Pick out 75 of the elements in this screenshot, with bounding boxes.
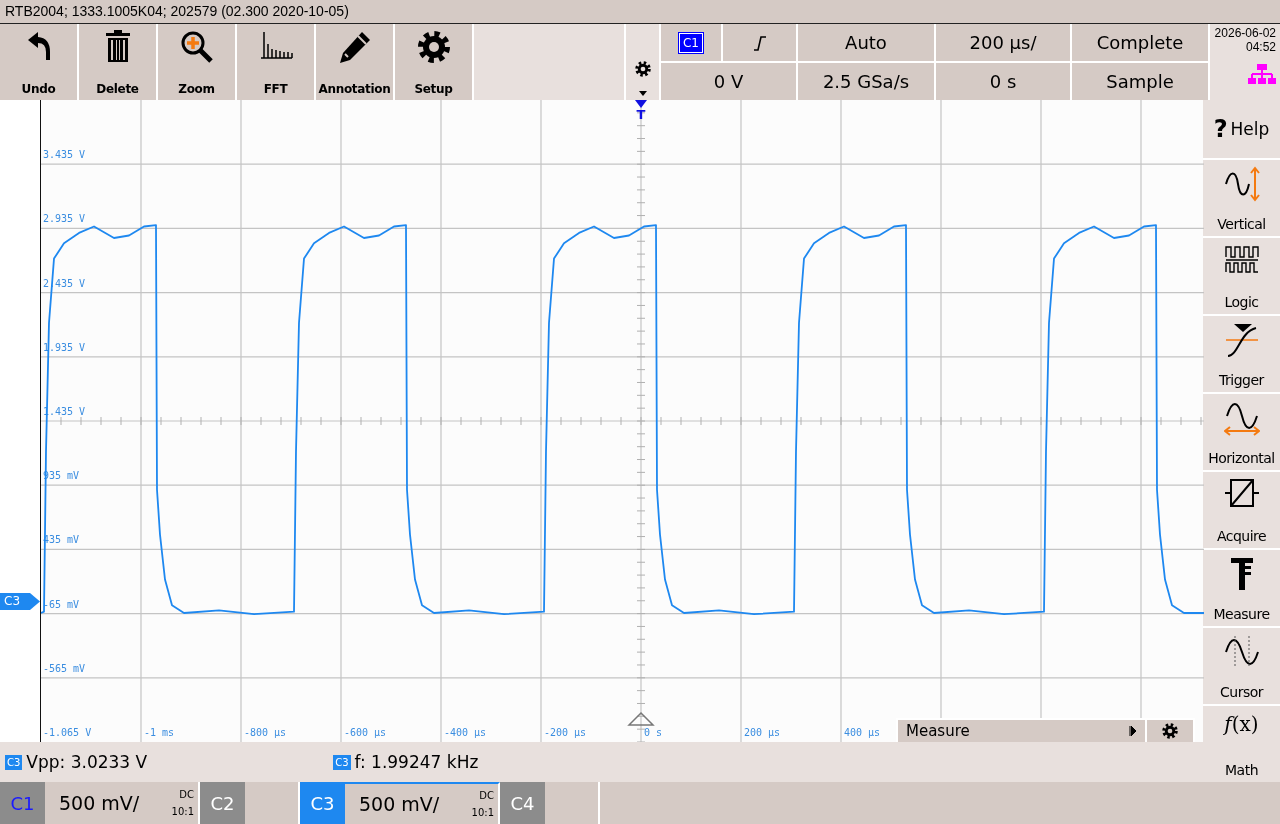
measurement-result: f: 1.99247 kHz [354, 752, 479, 772]
position-cell[interactable]: 0 s [936, 63, 1070, 100]
trigger-level-cell[interactable]: 0 V [661, 63, 796, 100]
settings-menu-button[interactable] [626, 24, 659, 100]
pencil-icon [337, 30, 372, 64]
channel-settings-panel[interactable]: 500 mV/ DC 10:1 [345, 782, 500, 824]
settings-icon [1162, 723, 1178, 739]
toolbar-button[interactable]: Delete [79, 24, 156, 100]
expand-arrow-icon [1129, 726, 1137, 736]
vertical-scale-icon [1223, 166, 1260, 202]
window-title: RTB2004; 1333.1005K04; 202579 (02.300 2020-10-05) [0, 0, 1280, 24]
side-menu-button[interactable]: Logic [1203, 238, 1280, 314]
settings-icon [416, 30, 451, 64]
side-menu-button[interactable]: Vertical [1203, 160, 1280, 236]
y-axis-label: -1.065 V [43, 727, 92, 738]
measurement-result: Vpp: 3.0233 V [26, 752, 148, 772]
side-menu-button[interactable]: Acquire [1203, 472, 1280, 548]
measure-menu-button[interactable]: Measure [898, 720, 1145, 742]
x-axis-label: 0 s [644, 727, 663, 738]
x-axis-label: -800 µs [244, 727, 287, 738]
measure-settings-button[interactable] [1147, 720, 1193, 742]
channel-marker[interactable]: C3 [0, 593, 40, 610]
help-button[interactable]: ?Help [1203, 100, 1280, 158]
logic-waves-icon [1224, 244, 1259, 274]
x-axis-label: -600 µs [344, 727, 387, 738]
side-menu-button[interactable]: Horizontal [1203, 394, 1280, 470]
function-icon: f(x) [1224, 712, 1259, 736]
record-cell[interactable]: Complete [1072, 24, 1208, 61]
sample-rate-cell[interactable]: 2.5 GSa/s [798, 63, 934, 100]
trigger-position-icon [627, 711, 655, 726]
network-icon [1248, 64, 1276, 84]
trigger-slope-cell[interactable] [723, 24, 796, 61]
coupling-text: DC [479, 790, 494, 801]
timebase-cell[interactable]: 200 µs/ [936, 24, 1070, 61]
vertical-scale-text: 500 mV/ [59, 792, 140, 814]
acquisition-mode-cell[interactable]: Sample [1072, 63, 1208, 100]
probe-ratio-text: 10:1 [471, 807, 494, 818]
dropdown-caret-icon [638, 91, 647, 96]
toolbar-button[interactable]: Undo [0, 24, 77, 100]
toolbar-button[interactable]: FFT [237, 24, 314, 100]
x-axis-label: 400 µs [844, 727, 881, 738]
spectrum-icon [258, 30, 293, 60]
horizontal-scale-icon [1223, 400, 1260, 436]
zoom-icon [179, 30, 214, 64]
probe-ratio-text: 10:1 [171, 806, 194, 817]
converter-icon [1223, 478, 1260, 508]
trigger-mode-cell[interactable]: Auto [798, 24, 934, 61]
y-axis-label: 2.935 V [43, 213, 86, 225]
x-axis-label: -1 ms [144, 727, 175, 738]
side-menu-button[interactable]: Trigger [1203, 316, 1280, 392]
toolbar-button[interactable]: Zoom [158, 24, 235, 100]
trigger-source-cell[interactable]: C1 [661, 24, 721, 61]
coupling-text: DC [179, 789, 194, 800]
settings-icon [634, 61, 651, 77]
channel-badge: C3 [333, 754, 351, 770]
vertical-scale-text: 500 mV/ [359, 793, 440, 815]
y-axis-label: -65 mV [43, 598, 80, 610]
date-text: 2026-06-02 [1214, 26, 1276, 40]
side-menu-button[interactable]: Measure [1203, 550, 1280, 626]
trash-icon [104, 30, 131, 62]
channel-tab[interactable]: C3 [300, 782, 345, 824]
side-menu-button[interactable]: Cursor [1203, 628, 1280, 704]
x-axis-label: 200 µs [744, 727, 781, 738]
x-axis-label: -200 µs [544, 727, 587, 738]
x-axis-label: -400 µs [444, 727, 487, 738]
toolbar-button[interactable]: Setup [395, 24, 472, 100]
y-axis-label: -565 mV [43, 662, 86, 674]
channel-badge: C1 [679, 32, 703, 53]
channel-badge: C3 [5, 754, 23, 770]
toolbar-button[interactable]: Annotation [316, 24, 393, 100]
time-text: 04:52 [1245, 40, 1276, 54]
rising-edge-icon [752, 34, 767, 51]
trigger-icon [1223, 322, 1260, 358]
side-menu-button[interactable]: f(x) Math [1203, 706, 1280, 782]
y-axis-label: 3.435 V [43, 149, 86, 161]
